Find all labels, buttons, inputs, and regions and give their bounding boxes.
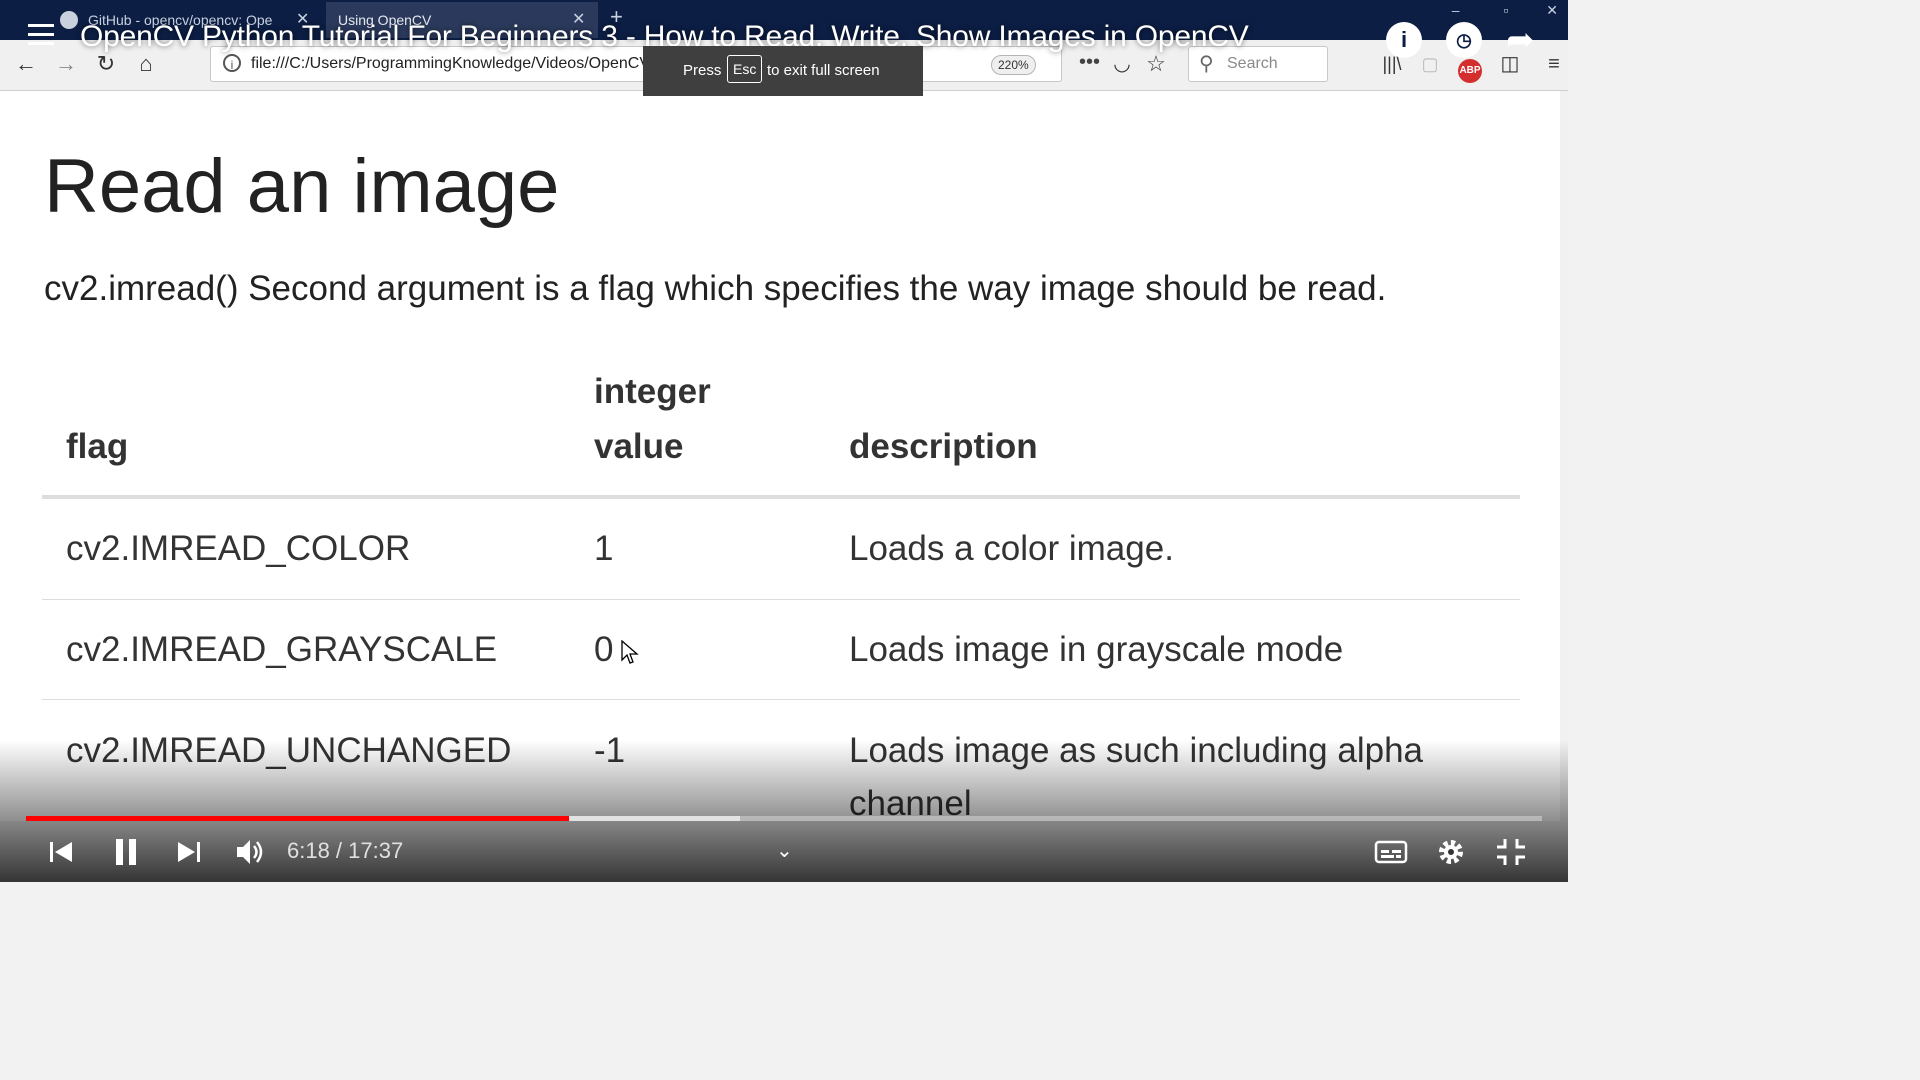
- exit-fullscreen-icon[interactable]: [1494, 834, 1528, 870]
- row-flag: cv2.IMREAD_COLOR: [66, 529, 411, 568]
- volume-icon[interactable]: [234, 834, 268, 870]
- page-scrollbar[interactable]: [1560, 91, 1568, 821]
- zoom-badge[interactable]: 220%: [991, 55, 1036, 75]
- mouse-cursor-icon: [621, 640, 639, 664]
- next-icon[interactable]: [174, 834, 204, 870]
- page-content: Read an image cv2.imread() Second argume…: [0, 91, 1568, 823]
- row-flag: cv2.IMREAD_GRAYSCALE: [66, 630, 498, 669]
- toast-press: Press: [683, 62, 722, 79]
- close-window-icon[interactable]: ✕: [1546, 2, 1558, 18]
- row-divider: [42, 599, 1520, 600]
- table-header-rule: [42, 495, 1520, 499]
- row-value: 0: [594, 630, 614, 669]
- progress-played: [26, 816, 569, 821]
- settings-gear-icon[interactable]: [1434, 834, 1468, 870]
- more-icon[interactable]: •••: [1079, 51, 1100, 74]
- abp-badge: ABP: [1458, 59, 1482, 83]
- table-header-integer: integer: [594, 372, 711, 411]
- playlist-menu-icon[interactable]: [28, 24, 64, 52]
- window-controls: – ▫ ✕: [1452, 2, 1558, 19]
- hamburger-menu-icon[interactable]: ≡: [1540, 50, 1568, 78]
- toast-text: to exit full screen: [767, 62, 880, 79]
- table-header-description: description: [849, 427, 1038, 466]
- back-icon[interactable]: ←: [12, 50, 40, 78]
- page-title: Read an image: [44, 144, 560, 229]
- watch-later-icon[interactable]: ◷: [1446, 22, 1482, 58]
- pause-icon[interactable]: [110, 834, 142, 870]
- lead-paragraph: cv2.imread() Second argument is a flag w…: [44, 269, 1387, 308]
- previous-icon[interactable]: [46, 834, 76, 870]
- forward-icon[interactable]: →: [52, 50, 80, 78]
- table-header-flag: flag: [66, 427, 129, 466]
- toast-esc-key: Esc: [727, 55, 763, 83]
- reload-icon[interactable]: ↻: [92, 50, 120, 78]
- subtitles-icon[interactable]: [1374, 834, 1408, 870]
- info-icon[interactable]: i: [1386, 22, 1422, 58]
- row-value: 1: [594, 529, 614, 568]
- chevron-down-icon[interactable]: ⌄: [776, 838, 793, 863]
- time-display: 6:18 / 17:37: [287, 838, 404, 863]
- info-icon[interactable]: i: [223, 54, 241, 72]
- row-description: Loads image in grayscale mode: [849, 630, 1344, 669]
- table-header-value: value: [594, 427, 684, 466]
- maximize-icon[interactable]: ▫: [1503, 2, 1508, 18]
- minimize-icon[interactable]: –: [1452, 2, 1460, 18]
- row-description: Loads a color image.: [849, 529, 1174, 568]
- home-icon[interactable]: ⌂: [132, 50, 160, 78]
- search-icon: ⚲: [1199, 53, 1214, 75]
- share-icon[interactable]: ➦: [1506, 20, 1535, 60]
- screenshot-icon[interactable]: ▢: [1416, 50, 1444, 78]
- bookmark-star-icon[interactable]: ☆: [1142, 50, 1170, 78]
- pocket-icon[interactable]: ◡: [1108, 50, 1136, 78]
- progress-bar[interactable]: [26, 816, 1542, 821]
- row-divider: [42, 699, 1520, 700]
- video-player[interactable]: GitHub - opencv/opencv: Ope ✕ Using Open…: [0, 0, 1568, 882]
- fullscreen-toast: Press Esc to exit full screen: [643, 46, 923, 96]
